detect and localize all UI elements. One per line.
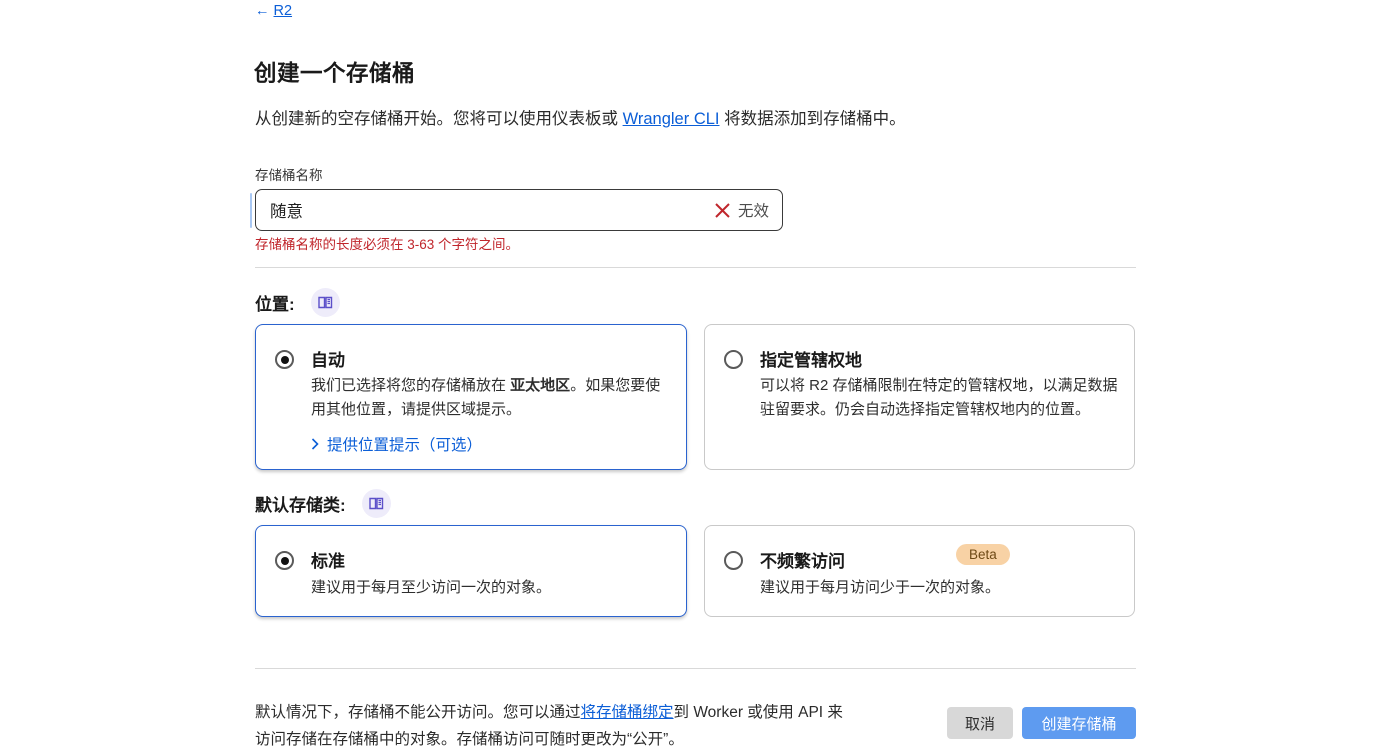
create-bucket-button[interactable]: 创建存储桶: [1022, 707, 1136, 739]
location-hint-link[interactable]: 提供位置提示（可选）: [311, 433, 482, 455]
bucket-name-error: 存储桶名称的长度必须在 3-63 个字符之间。: [255, 237, 520, 252]
jurisdiction-desc: 可以将 R2 存储桶限制在特定的管辖权地，以满足数据驻留要求。仍会自动选择指定管…: [760, 377, 1118, 418]
standard-title: 标准: [311, 552, 345, 571]
auto-desc-region: 亚太地区: [510, 377, 571, 394]
bucket-name-input[interactable]: [256, 200, 714, 220]
class-option-standard[interactable]: 标准 建议用于每月至少访问一次的对象。: [255, 525, 687, 617]
cancel-button[interactable]: 取消: [947, 707, 1013, 739]
radio-standard[interactable]: [275, 551, 294, 570]
intro-after: 将数据添加到存储桶中。: [719, 110, 906, 128]
location-option-auto[interactable]: 自动 我们已选择将您的存储桶放在 亚太地区。如果您要使用其他位置，请提供区域提示…: [255, 324, 687, 470]
jurisdiction-title: 指定管辖权地: [760, 351, 862, 370]
beta-badge: Beta: [956, 544, 1010, 565]
input-focus-indicator: [250, 193, 252, 228]
storage-class-docs-button[interactable]: [361, 489, 391, 518]
back-link-label: R2: [273, 3, 293, 19]
location-heading: 位置:: [255, 295, 295, 314]
bucket-name-label: 存储桶名称: [255, 168, 323, 183]
invalid-indicator: 无效: [714, 199, 782, 221]
back-link-r2[interactable]: ← R2: [255, 3, 292, 19]
radio-infrequent[interactable]: [724, 551, 743, 570]
footer-note: 默认情况下，存储桶不能公开访问。您可以通过将存储桶绑定到 Worker 或使用 …: [255, 699, 843, 753]
auto-desc-before: 我们已选择将您的存储桶放在: [311, 377, 511, 394]
radio-jurisdiction[interactable]: [724, 350, 743, 369]
open-book-icon: [368, 497, 384, 510]
footer-before: 默认情况下，存储桶不能公开访问。您可以通过: [255, 704, 581, 721]
auto-desc: 我们已选择将您的存储桶放在 亚太地区。如果您要使用其他位置，请提供区域提示。: [311, 374, 667, 422]
infrequent-desc: 建议用于每月访问少于一次的对象。: [760, 579, 1001, 596]
wrangler-cli-link[interactable]: Wrangler CLI: [623, 110, 720, 128]
back-arrow-icon: ←: [255, 3, 270, 19]
auto-title: 自动: [311, 351, 345, 370]
infrequent-title: 不频繁访问: [760, 552, 845, 571]
bind-bucket-link[interactable]: 将存储桶绑定: [581, 704, 674, 721]
location-docs-button[interactable]: [310, 288, 340, 317]
invalid-label: 无效: [737, 203, 769, 220]
chevron-right-icon: [311, 438, 319, 450]
page-title: 创建一个存储桶: [254, 61, 416, 86]
bucket-name-input-wrap: 无效: [255, 189, 783, 231]
invalid-x-icon: [714, 202, 731, 219]
storage-class-heading: 默认存储类:: [255, 496, 346, 515]
intro-text: 从创建新的空存储桶开始。您将可以使用仪表板或 Wrangler CLI 将数据添…: [255, 105, 906, 129]
divider-bottom: [255, 668, 1136, 669]
storage-class-heading-row: 默认存储类:: [255, 489, 391, 518]
open-book-icon: [317, 296, 333, 309]
location-option-jurisdiction[interactable]: 指定管辖权地 可以将 R2 存储桶限制在特定的管辖权地，以满足数据驻留要求。仍会…: [704, 324, 1135, 470]
hint-link-label: 提供位置提示（可选）: [327, 437, 483, 454]
divider-top: [255, 267, 1136, 268]
radio-auto[interactable]: [275, 350, 294, 369]
location-heading-row: 位置:: [255, 288, 340, 317]
class-option-infrequent[interactable]: 不频繁访问 Beta 建议用于每月访问少于一次的对象。: [704, 525, 1135, 617]
standard-desc: 建议用于每月至少访问一次的对象。: [311, 579, 552, 596]
intro-before: 从创建新的空存储桶开始。您将可以使用仪表板或: [255, 110, 623, 128]
